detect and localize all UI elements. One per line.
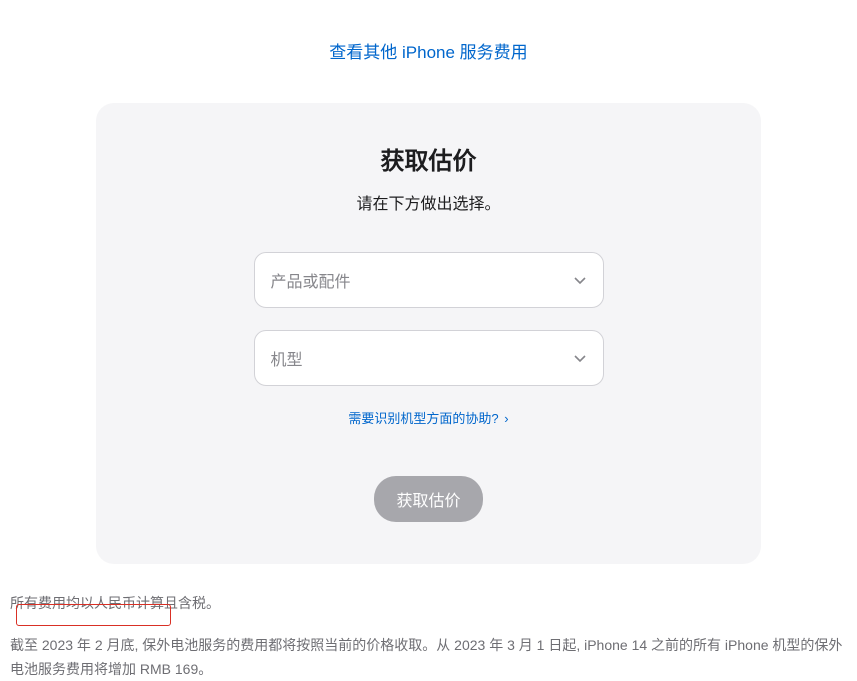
estimate-card: 获取估价 请在下方做出选择。 产品或配件 机型 需要识别机型方面的协助? › bbox=[96, 103, 761, 564]
other-services-link[interactable]: 查看其他 iPhone 服务费用 bbox=[329, 43, 527, 62]
help-link-container: 需要识别机型方面的协助? › bbox=[116, 408, 741, 428]
footer-note-price-change: 截至 2023 年 2 月底, 保外电池服务的费用都将按照当前的价格收取。从 2… bbox=[10, 634, 847, 681]
top-link-container: 查看其他 iPhone 服务费用 bbox=[0, 0, 857, 83]
help-link-label: 需要识别机型方面的协助? bbox=[348, 411, 498, 426]
model-select-wrapper: 机型 bbox=[254, 330, 604, 386]
identify-model-help-link[interactable]: 需要识别机型方面的协助? › bbox=[348, 411, 508, 426]
product-select-wrapper: 产品或配件 bbox=[254, 252, 604, 308]
get-estimate-button[interactable]: 获取估价 bbox=[374, 476, 482, 522]
card-title: 获取估价 bbox=[116, 141, 741, 176]
chevron-right-icon: › bbox=[504, 411, 508, 426]
product-select[interactable]: 产品或配件 bbox=[254, 252, 604, 308]
model-select[interactable]: 机型 bbox=[254, 330, 604, 386]
model-select-placeholder: 机型 bbox=[271, 346, 303, 370]
chevron-down-icon bbox=[573, 351, 587, 365]
product-select-placeholder: 产品或配件 bbox=[271, 268, 351, 292]
card-subtitle: 请在下方做出选择。 bbox=[116, 190, 741, 214]
chevron-down-icon bbox=[573, 273, 587, 287]
footer-text: 所有费用均以人民币计算且含税。 截至 2023 年 2 月底, 保外电池服务的费… bbox=[0, 564, 857, 681]
submit-wrapper: 获取估价 bbox=[116, 476, 741, 522]
footer-note-currency: 所有费用均以人民币计算且含税。 bbox=[10, 592, 847, 616]
